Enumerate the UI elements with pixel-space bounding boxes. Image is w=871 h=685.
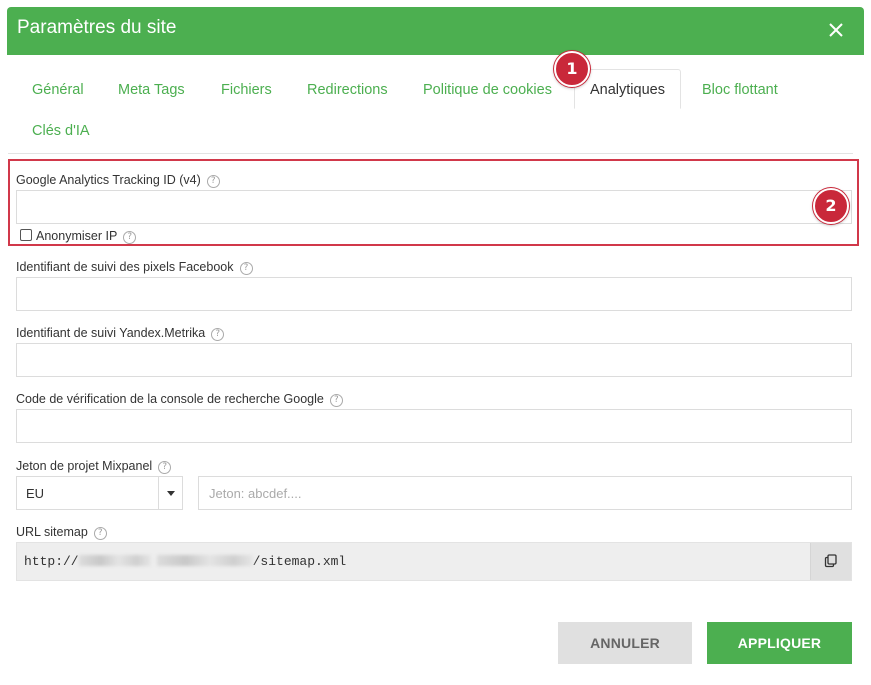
sitemap-url-field[interactable]: http:// /sitemap.xml: [16, 542, 852, 581]
help-icon[interactable]: ?: [329, 394, 343, 407]
tab-floating-block[interactable]: Bloc flottant: [702, 82, 778, 98]
help-icon[interactable]: ?: [158, 461, 172, 474]
cancel-button[interactable]: ANNULER: [558, 622, 692, 664]
tab-files[interactable]: Fichiers: [221, 82, 272, 98]
facebook-label: Identifiant de suivi des pixels Facebook…: [16, 260, 253, 275]
facebook-label-text: Identifiant de suivi des pixels Facebook: [16, 260, 234, 274]
yandex-metrika-input[interactable]: [16, 343, 852, 377]
help-icon[interactable]: ?: [206, 175, 220, 188]
help-icon[interactable]: ?: [123, 231, 137, 244]
google-console-label: Code de vérification de la console de re…: [16, 392, 343, 407]
tab-redirections[interactable]: Redirections: [307, 82, 388, 98]
sitemap-url: http:// /sitemap.xml: [24, 554, 346, 569]
close-icon[interactable]: [824, 18, 848, 42]
sitemap-label-text: URL sitemap: [16, 525, 88, 539]
anonymize-ip-label: Anonymiser IP: [36, 229, 118, 243]
ga-tracking-id-input[interactable]: [16, 190, 852, 224]
dialog-title: Paramètres du site: [17, 17, 177, 38]
yandex-label-text: Identifiant de suivi Yandex.Metrika: [16, 326, 206, 340]
step-badge-1: 1: [554, 51, 590, 87]
mixpanel-label: Jeton de projet Mixpanel?: [16, 459, 172, 474]
tab-general[interactable]: Général: [32, 82, 84, 98]
anonymize-ip-row: Anonymiser IP?: [20, 229, 137, 244]
copy-icon: [824, 554, 837, 568]
copy-button[interactable]: [810, 543, 851, 580]
facebook-pixel-input[interactable]: [16, 277, 852, 311]
mixpanel-region-select[interactable]: EU: [16, 476, 183, 510]
sitemap-url-suffix: /sitemap.xml: [252, 554, 347, 569]
ga-label-text: Google Analytics Tracking ID (v4): [16, 173, 201, 187]
redacted-domain: [78, 555, 151, 566]
sitemap-label: URL sitemap?: [16, 525, 107, 540]
mixpanel-region-value: EU: [26, 486, 45, 501]
redacted-domain: [156, 555, 253, 566]
yandex-label: Identifiant de suivi Yandex.Metrika?: [16, 326, 225, 341]
tab-meta-tags[interactable]: Meta Tags: [118, 82, 185, 98]
google-console-input[interactable]: [16, 409, 852, 443]
help-icon[interactable]: ?: [211, 328, 225, 341]
mixpanel-label-text: Jeton de projet Mixpanel: [16, 459, 153, 473]
apply-button[interactable]: APPLIQUER: [707, 622, 852, 664]
tab-ai-keys[interactable]: Clés d'IA: [32, 123, 90, 139]
anonymize-ip-checkbox[interactable]: [20, 229, 32, 241]
tab-analytics[interactable]: Analytiques: [574, 69, 681, 109]
caret-down-icon: [167, 491, 175, 496]
help-icon[interactable]: ?: [93, 527, 107, 540]
sitemap-url-prefix: http://: [24, 554, 79, 569]
help-icon[interactable]: ?: [239, 262, 253, 275]
google-console-label-text: Code de vérification de la console de re…: [16, 392, 324, 406]
step-badge-2: 2: [813, 188, 849, 224]
tab-bar: Général Meta Tags Fichiers Redirections …: [8, 68, 853, 154]
dialog-header: Paramètres du site: [7, 7, 864, 55]
ga-label: Google Analytics Tracking ID (v4)?: [16, 173, 220, 188]
select-toggle[interactable]: [158, 477, 182, 509]
tab-cookie-policy[interactable]: Politique de cookies: [423, 82, 552, 98]
mixpanel-token-input[interactable]: [198, 476, 852, 510]
